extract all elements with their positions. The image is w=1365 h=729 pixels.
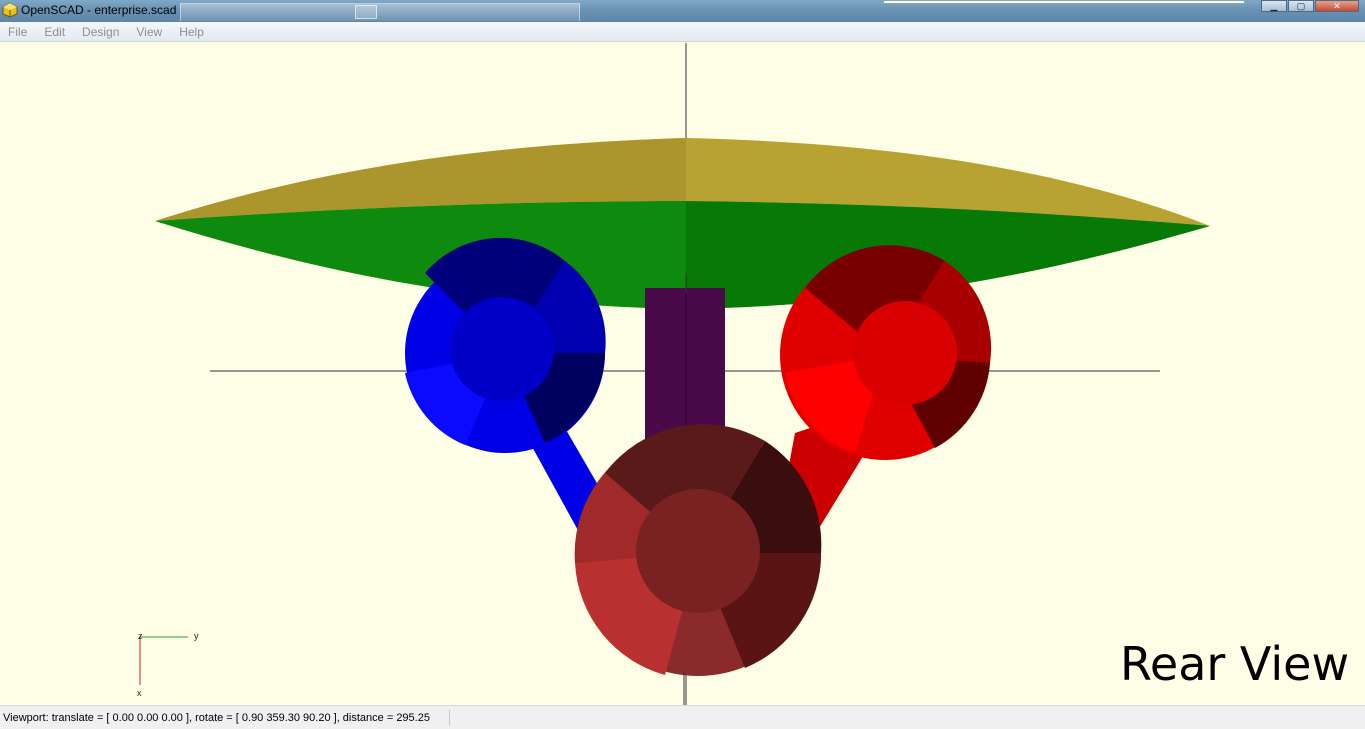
- secondary-hull: [574, 424, 822, 676]
- title-bar: OpenSCAD - enterprise.scad ▁ ▢ ✕: [0, 0, 1365, 22]
- menu-view[interactable]: View: [136, 25, 162, 39]
- left-nacelle: [405, 237, 606, 453]
- status-bar: Viewport: translate = [ 0.00 0.00 0.00 ]…: [0, 705, 1365, 729]
- background-browser-tabs: [180, 3, 580, 21]
- window-title: OpenSCAD - enterprise.scad: [21, 3, 177, 17]
- menu-file[interactable]: File: [8, 25, 27, 39]
- background-search-box: [883, 0, 1245, 4]
- axes-gizmo: z y x: [137, 631, 199, 698]
- menu-design[interactable]: Design: [82, 25, 119, 39]
- menu-bar: File Edit Design View Help: [0, 22, 1365, 42]
- close-button[interactable]: ✕: [1315, 0, 1359, 12]
- window-controls: ▁ ▢ ✕: [1260, 0, 1359, 12]
- minimize-button[interactable]: ▁: [1261, 0, 1287, 12]
- axis-label-y: y: [194, 631, 199, 641]
- background-tab-close: [355, 5, 377, 19]
- viewport-status-text: Viewport: translate = [ 0.00 0.00 0.00 ]…: [3, 712, 430, 724]
- saucer-section: [155, 138, 1210, 309]
- menu-edit[interactable]: Edit: [44, 25, 65, 39]
- axis-label-x: x: [137, 688, 142, 698]
- neck: [645, 288, 725, 448]
- rear-view-label: Rear View: [1120, 637, 1350, 691]
- render-canvas[interactable]: z y x: [5, 43, 1365, 705]
- menu-help[interactable]: Help: [179, 25, 204, 39]
- 3d-viewport[interactable]: z y x: [5, 43, 1365, 705]
- openscad-app-icon: [2, 2, 18, 18]
- status-divider: [449, 710, 450, 726]
- maximize-button[interactable]: ▢: [1288, 0, 1314, 12]
- axis-label-z: z: [138, 631, 143, 641]
